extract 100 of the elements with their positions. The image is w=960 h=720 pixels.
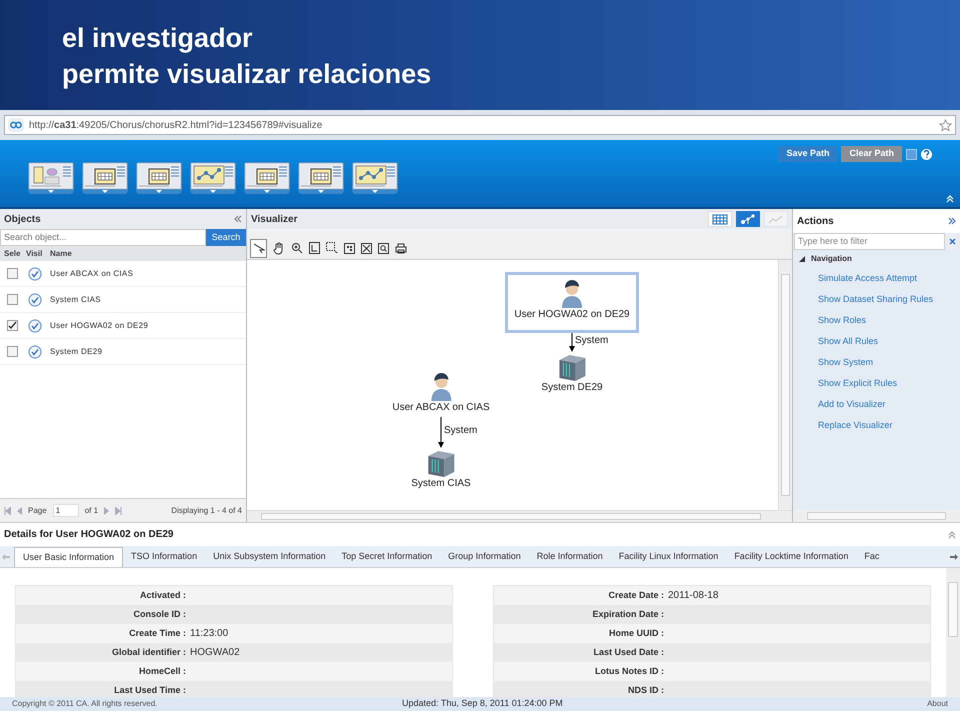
action-link[interactable]: Show Explicit Rules: [793, 373, 960, 394]
view-button[interactable]: [136, 162, 182, 194]
checkbox[interactable]: [6, 346, 18, 357]
checkmark-circle-icon[interactable]: [28, 292, 42, 306]
filter-field[interactable]: Type here to filter: [794, 233, 945, 250]
table-icon: [136, 162, 182, 190]
field-label: Global identifier :: [110, 646, 186, 659]
field-label: Activated :: [138, 588, 186, 602]
selection-frame[interactable]: User HOGWA02 on DE29: [505, 272, 639, 333]
scrollbar[interactable]: [778, 260, 792, 510]
checkmark-circle-icon[interactable]: [28, 344, 42, 358]
scroll-right-icon[interactable]: [950, 554, 958, 560]
object-row[interactable]: User HOGWA02 on DE29: [0, 313, 246, 339]
tab[interactable]: Group Information: [440, 547, 529, 567]
column-header[interactable]: Visil: [24, 248, 46, 260]
field-label: Home UUID :: [608, 626, 664, 640]
layout-icon[interactable]: [344, 242, 355, 254]
action-link[interactable]: Show Dataset Sharing Rules: [793, 289, 960, 310]
scrollbar[interactable]: [247, 510, 792, 522]
field-label: Console ID :: [132, 608, 186, 621]
field-label: Create Date :: [607, 588, 664, 602]
action-link[interactable]: Show Roles: [793, 310, 960, 331]
grid-icon: [712, 214, 728, 224]
view-button[interactable]: [244, 162, 290, 194]
panel-title: Visualizer: [251, 212, 298, 226]
tab[interactable]: User Basic Information: [14, 547, 124, 567]
field-label: NDS ID :: [627, 684, 664, 697]
person-icon: [560, 279, 584, 309]
help-icon[interactable]: [921, 148, 932, 160]
action-link[interactable]: Simulate Access Attempt: [793, 268, 960, 289]
tab[interactable]: Fac: [856, 547, 888, 567]
table-icon: [244, 162, 290, 190]
printer-icon[interactable]: [395, 242, 407, 254]
person-icon: [429, 372, 453, 402]
search-icon[interactable]: [378, 242, 389, 254]
checkmark-circle-icon[interactable]: [28, 318, 42, 332]
view-button[interactable]: [82, 162, 128, 194]
grid-view-button[interactable]: [708, 211, 732, 227]
close-icon[interactable]: [945, 233, 959, 250]
action-link[interactable]: Show System: [793, 352, 960, 373]
table-icon: [298, 162, 344, 190]
table-cell-text: System CIAS: [49, 294, 101, 306]
server-icon: [557, 352, 587, 382]
action-link[interactable]: Show All Rules: [793, 331, 960, 352]
network-icon: [352, 162, 398, 190]
checkbox[interactable]: [6, 268, 18, 279]
graph-view-button[interactable]: [736, 211, 760, 227]
pointer-tool-icon[interactable]: [250, 238, 267, 258]
action-link[interactable]: Replace Visualizer: [793, 415, 960, 436]
tab[interactable]: Facility Locktime Information: [726, 547, 856, 567]
scrollbar[interactable]: [946, 568, 960, 697]
hand-icon[interactable]: [273, 242, 285, 254]
object-row[interactable]: User ABCAX on CIAS: [0, 261, 246, 287]
copyright-text: Copyright © 2011 CA. All rights reserved.: [12, 698, 158, 710]
group-label: Navigation: [811, 253, 852, 265]
collapse-icon[interactable]: [234, 215, 242, 223]
tab[interactable]: Top Secret Information: [334, 547, 440, 567]
object-row[interactable]: System DE29: [0, 339, 246, 365]
node-label: System CIAS: [411, 478, 471, 490]
scrollbar[interactable]: [793, 510, 960, 522]
save-button[interactable]: Save Path: [778, 146, 838, 162]
view-button[interactable]: [298, 162, 344, 194]
checkbox[interactable]: [6, 320, 18, 331]
action-link[interactable]: Add to Visualizer: [793, 394, 960, 415]
column-header[interactable]: Name: [46, 248, 72, 260]
fit-icon[interactable]: [309, 242, 320, 254]
node-label: User ABCAX on CIAS: [392, 402, 490, 414]
table-icon: [82, 162, 128, 190]
display-count: Displaying 1 - 4 of 4: [171, 504, 242, 516]
star-icon[interactable]: [939, 118, 952, 132]
table-cell-text: User HOGWA02 on DE29: [49, 320, 148, 332]
about-link[interactable]: About: [927, 698, 948, 710]
edge-label: System: [444, 424, 478, 438]
tab[interactable]: Role Information: [528, 547, 611, 567]
field-label: HomeCell :: [138, 664, 186, 678]
collapse-icon[interactable]: [948, 530, 956, 538]
dashboard-icon: [28, 162, 74, 190]
tab[interactable]: TSO Information: [123, 547, 206, 567]
page-field[interactable]: 1: [52, 504, 79, 517]
column-header[interactable]: Sele: [0, 248, 24, 260]
field-label: Lotus Notes ID :: [594, 664, 664, 678]
expand-icon[interactable]: [948, 217, 956, 225]
slide-title: el investigador: [62, 22, 254, 55]
panel-title: Objects: [4, 212, 41, 226]
search-button[interactable]: Search: [206, 229, 246, 246]
page-count: of 1: [84, 504, 98, 516]
search-field[interactable]: Search object...: [0, 229, 206, 246]
table-cell-text: User ABCAX on CIAS: [49, 268, 134, 280]
tree-group[interactable]: Navigation: [793, 250, 960, 268]
field-label: Last Used Time :: [113, 684, 186, 697]
tab[interactable]: Facility Linux Information: [610, 547, 726, 567]
checkmark-circle-icon[interactable]: [28, 266, 42, 280]
zoom-in-icon[interactable]: [291, 242, 303, 254]
field-value: HOGWA02: [190, 646, 240, 660]
slide-title: permite visualizar relaciones: [62, 58, 432, 91]
tab[interactable]: Unix Subsystem Information: [205, 547, 334, 567]
select-area-icon[interactable]: [326, 242, 338, 254]
checkbox[interactable]: [6, 294, 18, 305]
expand-icon[interactable]: [361, 242, 372, 254]
object-row[interactable]: System CIAS: [0, 287, 246, 313]
